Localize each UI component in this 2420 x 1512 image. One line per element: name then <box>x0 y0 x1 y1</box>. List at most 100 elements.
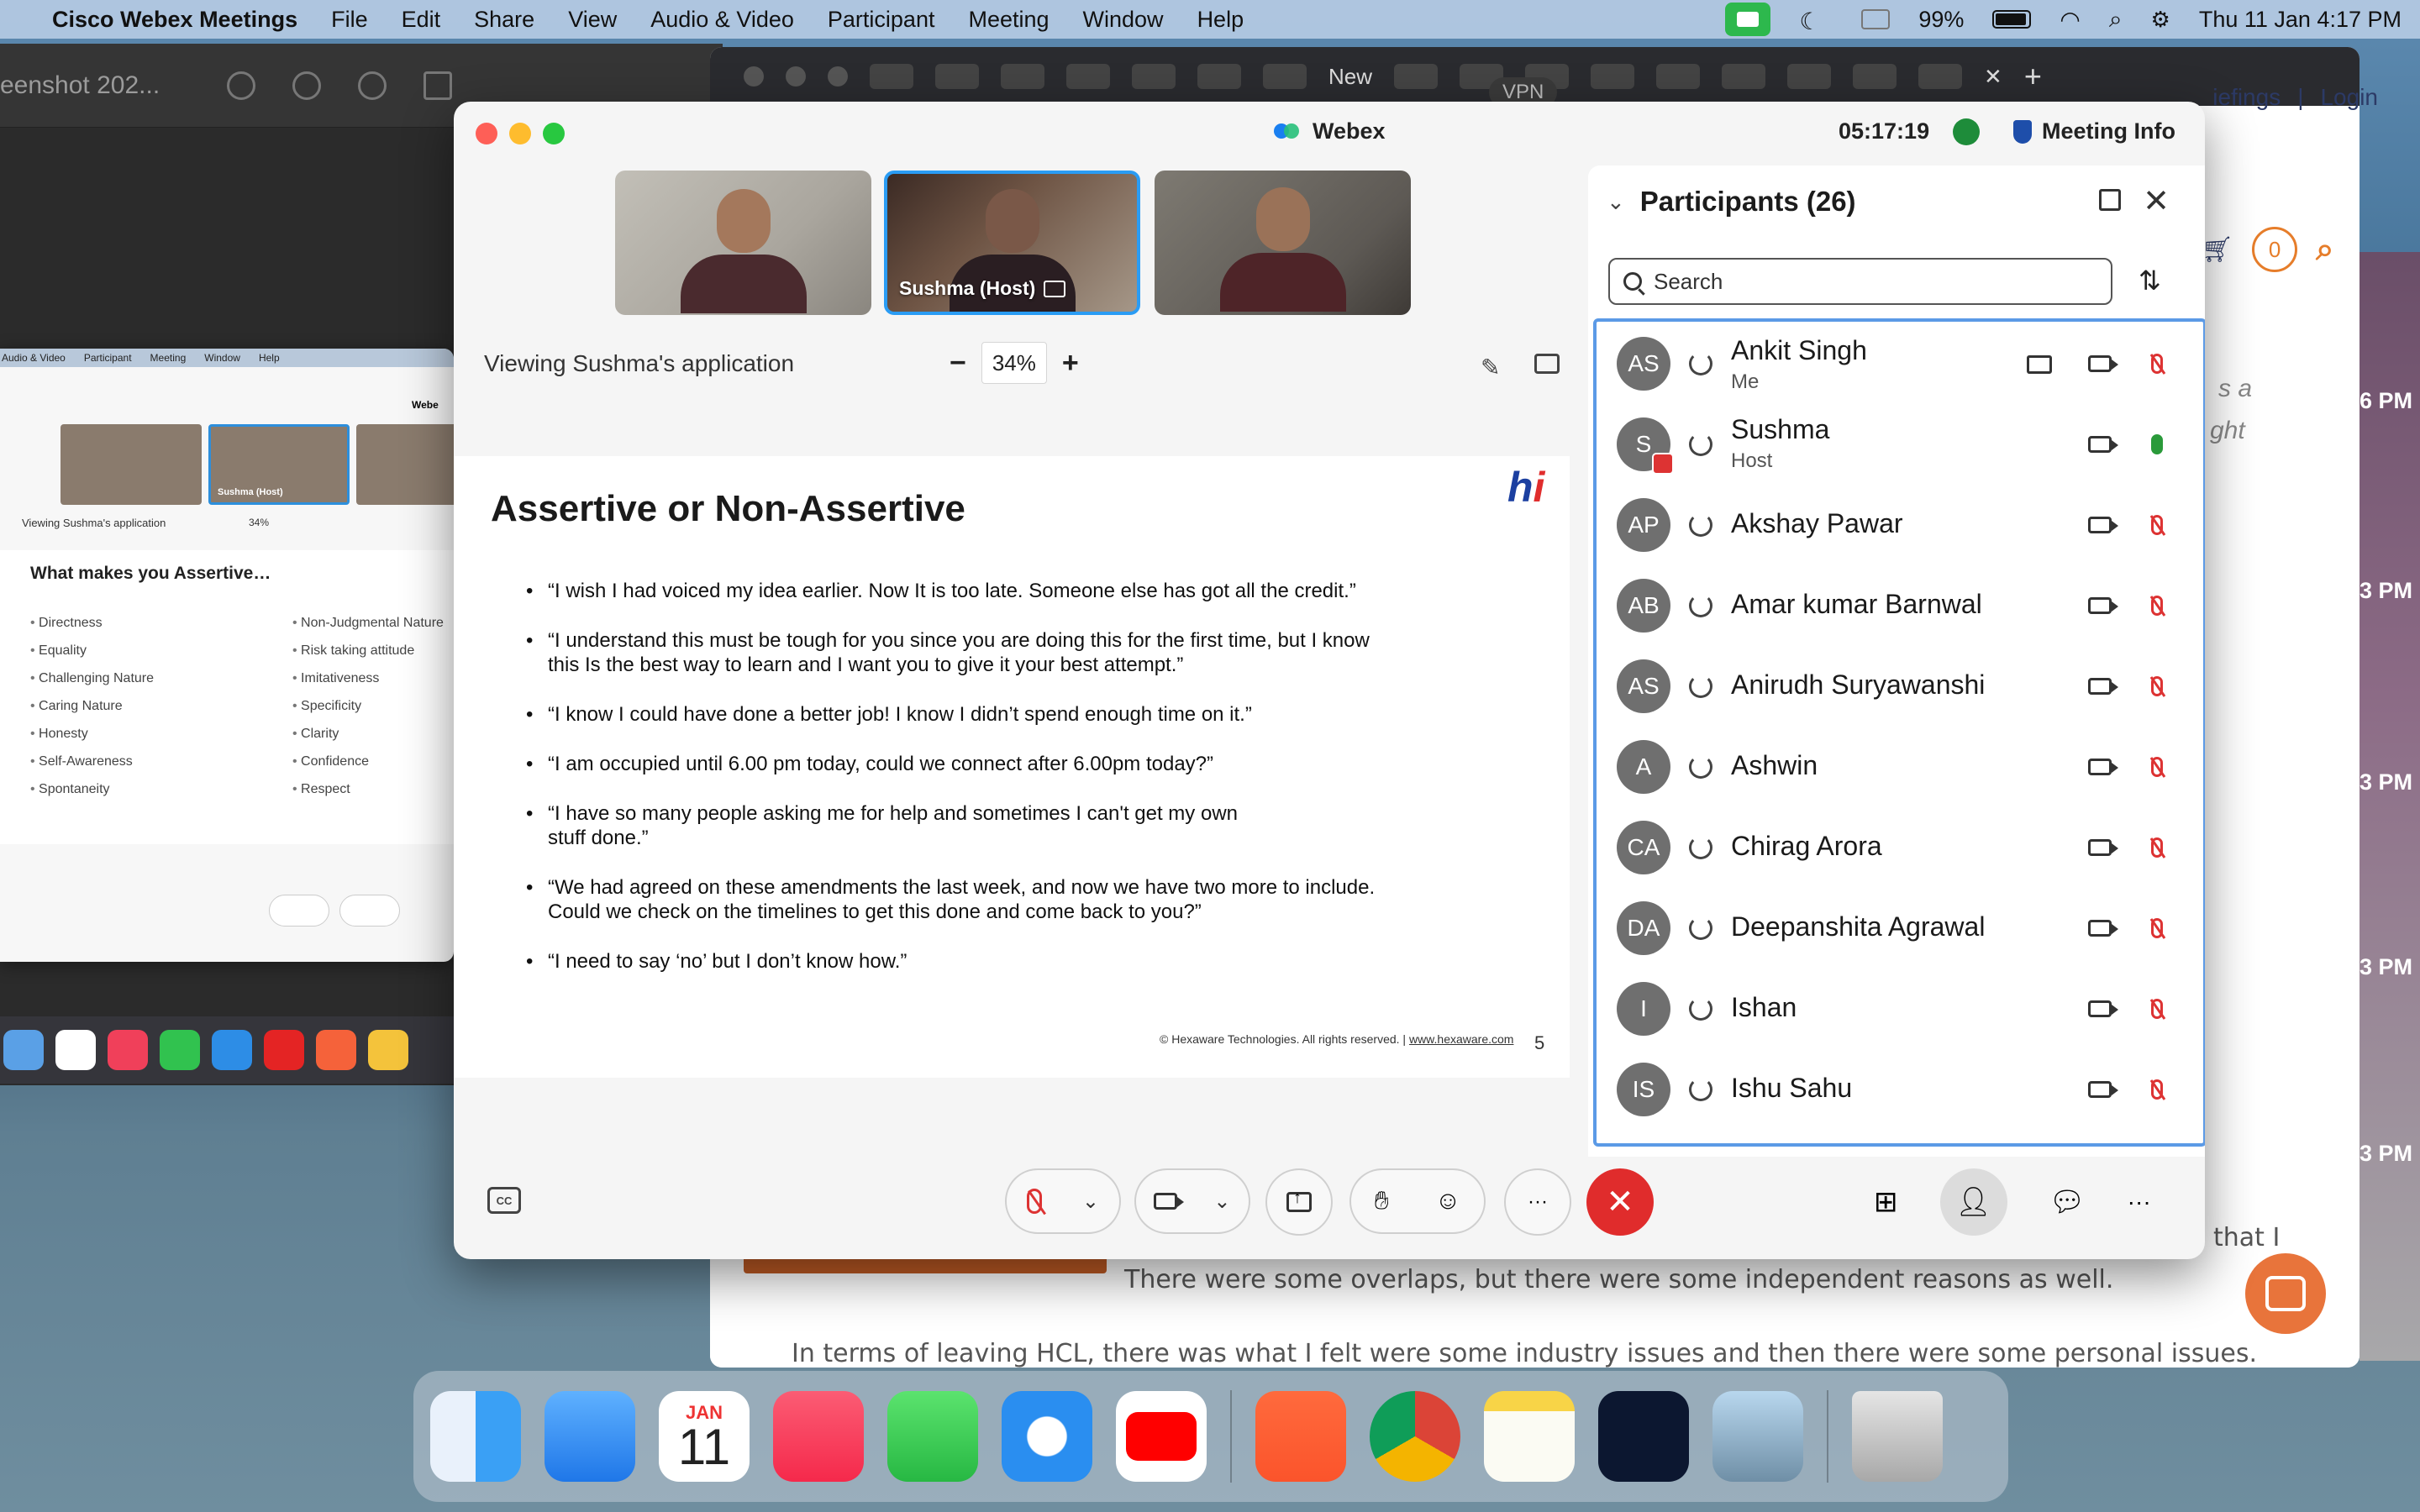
camera-icon[interactable] <box>2088 1000 2118 1017</box>
facetime-icon[interactable] <box>887 1391 978 1482</box>
cart-icon[interactable]: 🛒︎ <box>2202 235 2233 265</box>
browser-tab-new[interactable]: New <box>1328 64 1372 89</box>
reactions-icon[interactable]: ☺ <box>1435 1187 1461 1215</box>
chrome-icon[interactable] <box>1370 1391 1460 1482</box>
zoom-in-button[interactable]: + <box>1062 347 1079 380</box>
menu-file[interactable]: File <box>331 7 368 33</box>
browser-tab[interactable] <box>1132 64 1176 89</box>
menu-help[interactable]: Help <box>1197 7 1244 33</box>
mail-icon[interactable] <box>544 1391 635 1482</box>
browser-tab[interactable] <box>1394 64 1439 89</box>
menu-meeting[interactable]: Meeting <box>968 7 1049 33</box>
chevron-down-icon[interactable]: ⌄ <box>1213 1189 1230 1214</box>
share-icon[interactable] <box>424 71 453 100</box>
screen-options-icon[interactable] <box>1534 354 1560 374</box>
video-button[interactable]: ⌄ <box>1134 1168 1250 1234</box>
mic-muted-icon[interactable] <box>2151 596 2163 616</box>
finder-icon[interactable] <box>430 1391 521 1482</box>
browser-tab[interactable] <box>1591 64 1635 89</box>
chat-icon[interactable]: 💬︎ <box>2049 1185 2086 1219</box>
brave-icon[interactable] <box>1255 1391 1346 1482</box>
leave-meeting-button[interactable]: ✕ <box>1586 1168 1654 1236</box>
youtube-icon[interactable] <box>1116 1391 1207 1482</box>
browser-tab[interactable] <box>935 64 979 89</box>
participant-row[interactable]: AB Amar kumar Barnwal <box>1597 565 2203 646</box>
zoom-out-icon[interactable] <box>292 71 322 100</box>
camera-icon[interactable] <box>2088 678 2118 695</box>
browser-tab[interactable] <box>1787 64 1832 89</box>
camera-status-icon[interactable] <box>1725 3 1771 36</box>
minimize-window-button[interactable] <box>786 66 806 87</box>
browser-tab[interactable] <box>1001 64 1044 89</box>
participant-search[interactable] <box>1608 258 2112 305</box>
camera-icon[interactable] <box>2088 436 2118 453</box>
participant-search-input[interactable] <box>1654 268 2074 295</box>
mic-muted-icon[interactable] <box>2151 837 2163 858</box>
menu-audio-video[interactable]: Audio & Video <box>650 7 794 33</box>
participant-row[interactable]: S Sushma Host <box>1597 404 2203 485</box>
participant-row[interactable]: AS Ankit Singh Me <box>1597 323 2203 404</box>
sidebar-icon[interactable] <box>1861 9 1891 29</box>
contact-card-icon[interactable] <box>2027 355 2052 374</box>
sort-icon[interactable]: ⇅ <box>2139 265 2161 297</box>
more-panels-icon[interactable]: ··· <box>2128 1189 2151 1215</box>
menu-view[interactable]: View <box>568 7 617 33</box>
mic-muted-icon[interactable] <box>2151 999 2163 1019</box>
zoom-in-icon[interactable] <box>358 71 387 100</box>
zoom-level[interactable]: 34% <box>981 342 1047 384</box>
camera-icon[interactable] <box>2088 597 2118 614</box>
participant-row[interactable]: I Ishan <box>1597 969 2203 1049</box>
notes-icon[interactable] <box>1484 1391 1575 1482</box>
camera-icon[interactable] <box>2088 1081 2118 1098</box>
cart-count[interactable]: 0 <box>2252 227 2298 272</box>
menu-window[interactable]: Window <box>1083 7 1164 33</box>
info-icon[interactable] <box>227 71 256 100</box>
participant-row[interactable]: DA Deepanshita Agrawal <box>1597 888 2203 969</box>
browser-tab[interactable] <box>1918 64 1963 89</box>
safari-icon[interactable] <box>1002 1391 1092 1482</box>
close-window-button[interactable] <box>476 123 497 144</box>
browser-tab[interactable] <box>1263 64 1307 89</box>
participant-row[interactable]: CA Chirag Arora <box>1597 807 2203 888</box>
more-options-button[interactable]: ··· <box>1504 1168 1571 1236</box>
camera-icon[interactable] <box>2088 517 2118 533</box>
share-button[interactable] <box>1265 1168 1333 1236</box>
zoom-out-button[interactable]: − <box>950 347 966 380</box>
network-health-icon[interactable] <box>1953 118 1980 145</box>
close-panel-icon[interactable]: ✕ <box>2143 182 2170 220</box>
chat-launcher-icon[interactable] <box>2245 1253 2326 1334</box>
video-tile[interactable] <box>1155 171 1411 315</box>
browser-tab[interactable] <box>1722 64 1766 89</box>
browser-tab[interactable] <box>870 64 913 89</box>
annotate-pen-icon[interactable]: ✎ <box>1481 354 1500 381</box>
zoom-window-button[interactable] <box>828 66 848 87</box>
moon-icon[interactable]: ☾ <box>1799 8 1833 34</box>
wifi-icon[interactable]: ◠ <box>2060 6 2080 34</box>
zoom-window-button[interactable] <box>543 123 565 144</box>
camera-icon[interactable] <box>2088 920 2118 937</box>
mic-muted-icon[interactable] <box>2151 515 2163 535</box>
menubar-datetime[interactable]: Thu 11 Jan 4:17 PM <box>2199 7 2402 33</box>
briefings-link[interactable]: iefings <box>2212 84 2281 111</box>
mic-muted-icon[interactable] <box>2151 1079 2163 1100</box>
spotlight-icon[interactable]: ⌕ <box>2109 6 2123 34</box>
popout-icon[interactable] <box>2099 189 2121 211</box>
login-link[interactable]: Login <box>2320 84 2378 111</box>
trash-icon[interactable] <box>1852 1391 1943 1482</box>
participant-row[interactable]: IS Ishu Sahu <box>1597 1049 2203 1130</box>
mic-muted-icon[interactable] <box>2151 354 2163 374</box>
close-tab-icon[interactable]: ✕ <box>1984 64 2002 90</box>
raise-hand-icon[interactable]: ✋︎ <box>1375 1187 1389 1215</box>
meeting-info-button[interactable]: Meeting Info <box>2013 118 2175 144</box>
participant-row[interactable]: A Ashwin <box>1597 727 2203 807</box>
camera-icon[interactable] <box>2088 355 2118 372</box>
mic-muted-icon[interactable] <box>2151 757 2163 777</box>
chevron-down-icon[interactable]: ⌄ <box>1082 1189 1099 1214</box>
camera-icon[interactable] <box>2088 759 2118 775</box>
browser-tab[interactable] <box>1656 64 1701 89</box>
menu-share[interactable]: Share <box>474 7 534 33</box>
minimize-window-button[interactable] <box>509 123 531 144</box>
video-tile-host[interactable]: Sushma (Host) <box>884 171 1140 315</box>
camera-icon[interactable] <box>2088 839 2118 856</box>
participant-row[interactable]: AS Anirudh Suryawanshi <box>1597 646 2203 727</box>
